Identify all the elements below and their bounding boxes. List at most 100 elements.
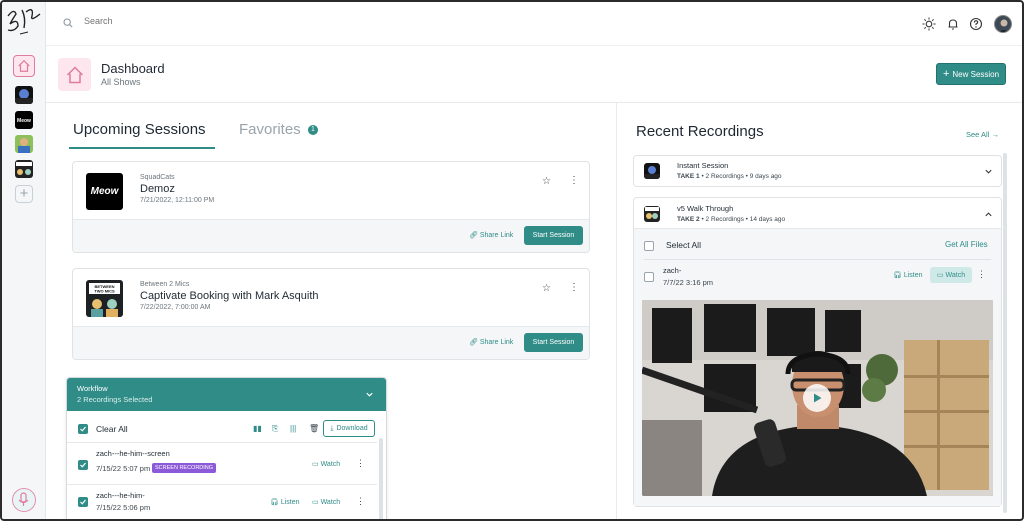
check-icon: [80, 462, 86, 468]
watch-button[interactable]: ▭ Watch: [312, 460, 340, 468]
clear-all-label[interactable]: Clear All: [96, 424, 128, 434]
mic-logo-icon: [18, 492, 29, 506]
more-options-icon[interactable]: ⋮: [356, 458, 365, 469]
watch-button[interactable]: ▭ Watch: [930, 267, 972, 283]
screen-recording-badge: SCREEN RECORDING: [152, 463, 217, 473]
more-options-icon[interactable]: ⋮: [569, 282, 579, 293]
select-all-label[interactable]: Select All: [666, 240, 701, 250]
rail-home-button[interactable]: [13, 55, 35, 77]
workflow-subtitle: 2 Recordings Selected: [77, 395, 153, 404]
clear-all-checkbox[interactable]: [78, 424, 88, 434]
start-session-button[interactable]: Start Session: [524, 333, 583, 352]
download-icon: ⤓: [330, 424, 334, 432]
eye-icon: ▭: [312, 499, 319, 506]
search-input[interactable]: [84, 16, 484, 26]
workflow-header[interactable]: Workflow 2 Recordings Selected: [67, 378, 386, 411]
recent-recordings-title: Recent Recordings: [636, 123, 764, 140]
session-card: BETWEEN TWO MICS Between 2 Mics Captivat…: [72, 268, 590, 360]
more-options-icon[interactable]: ⋮: [569, 175, 579, 186]
rail-show-avatar[interactable]: [15, 135, 33, 153]
user-avatar[interactable]: [994, 15, 1012, 33]
recording-name: Instant Session: [677, 161, 729, 170]
session-title[interactable]: Captivate Booking with Mark Asquith: [140, 290, 319, 302]
chevron-down-icon[interactable]: [365, 390, 374, 399]
play-button[interactable]: [803, 384, 831, 412]
transcript-icon[interactable]: ⎘: [272, 424, 278, 434]
session-show-name: SquadCats: [140, 174, 175, 181]
listen-button[interactable]: 🎧︎ Listen: [270, 498, 300, 506]
select-all-checkbox[interactable]: [644, 241, 654, 251]
show-artwork-icon: [644, 166, 660, 179]
chevron-up-icon[interactable]: [984, 210, 993, 219]
star-icon[interactable]: ☆: [542, 283, 551, 294]
page-header: Dashboard All Shows + New Session: [46, 46, 1022, 103]
merge-icon[interactable]: ▮▮: [253, 424, 262, 433]
take-label: TAKE 2: [677, 216, 700, 223]
recording-thumb: [644, 206, 660, 222]
recent-recordings-panel: Recent Recordings See All → Instant Sess…: [616, 103, 1022, 519]
favorites-count-badge: 1: [308, 125, 318, 135]
recording-age: 14 days ago: [749, 216, 786, 223]
new-session-button[interactable]: + New Session: [936, 63, 1006, 85]
workflow-row-title: zach---he-him-: [96, 491, 145, 500]
recording-age: 9 days ago: [749, 173, 782, 180]
help-icon[interactable]: [969, 17, 983, 31]
page-subtitle: All Shows: [101, 77, 141, 87]
download-label: Download: [336, 425, 368, 432]
add-show-button[interactable]: +: [15, 185, 33, 203]
avatar-icon: [999, 19, 1009, 32]
video-preview[interactable]: [642, 300, 993, 496]
start-session-button[interactable]: Start Session: [524, 226, 583, 245]
rail-show-instant[interactable]: [15, 86, 33, 104]
search-icon: [63, 18, 73, 28]
rail-show-squadcats[interactable]: Meow: [15, 111, 33, 129]
new-session-label: New Session: [952, 69, 1000, 79]
artwork-text: Meow: [90, 186, 119, 197]
waveform-icon[interactable]: |||: [290, 424, 296, 433]
session-artwork: Meow: [86, 173, 123, 210]
tab-favorites[interactable]: Favorites: [239, 121, 301, 138]
trash-icon[interactable]: 🗑︎: [309, 424, 319, 433]
check-icon: [80, 426, 86, 432]
see-all-link[interactable]: See All →: [966, 130, 999, 139]
recording-item-date: 7/7/22 3:16 pm: [663, 278, 714, 287]
rail-show-between-two-mics[interactable]: [15, 160, 33, 178]
recordings-count: 2 Recordings: [705, 173, 744, 180]
recording-item-name: zach-: [663, 266, 682, 275]
tab-upcoming-sessions[interactable]: Upcoming Sessions: [73, 121, 206, 138]
recording-name[interactable]: v5 Walk Through: [677, 204, 733, 213]
session-title[interactable]: Demoz: [140, 183, 175, 195]
more-options-icon[interactable]: ⋮: [977, 269, 986, 280]
recording-meta: TAKE 2 • 2 Recordings • 14 days ago: [677, 216, 786, 223]
star-icon[interactable]: ☆: [542, 176, 551, 187]
recent-scrollbar[interactable]: [1003, 153, 1007, 513]
two-mics-artwork-icon: [16, 162, 32, 175]
row-checkbox[interactable]: [78, 497, 88, 507]
row-checkbox[interactable]: [78, 460, 88, 470]
recording-checkbox[interactable]: [644, 272, 654, 282]
workflow-row-date: 7/15/22 5:07 pm: [96, 464, 151, 473]
share-link-button[interactable]: 🔗︎ Share Link: [469, 231, 513, 239]
app-logo[interactable]: [4, 4, 44, 44]
download-button[interactable]: ⤓ Download: [323, 420, 375, 437]
more-options-icon[interactable]: ⋮: [356, 496, 365, 507]
bell-icon[interactable]: [946, 17, 960, 31]
meow-logo-icon: Meow: [17, 118, 31, 124]
session-artwork: BETWEEN TWO MICS: [86, 280, 123, 317]
recording-group[interactable]: Instant Session TAKE 1 • 2 Recordings • …: [633, 155, 1002, 187]
chevron-down-icon[interactable]: [984, 167, 993, 176]
between-two-mics-artwork-icon: BETWEEN TWO MICS: [89, 283, 120, 317]
theme-sun-icon[interactable]: [922, 17, 936, 31]
get-all-files-link[interactable]: Get All Files: [945, 240, 988, 249]
two-mics-artwork-icon: [645, 207, 659, 219]
workflow-row-date: 7/15/22 5:06 pm: [96, 503, 151, 512]
share-link-button[interactable]: 🔗︎ Share Link: [469, 338, 513, 346]
workflow-scrollbar[interactable]: [379, 438, 383, 519]
session-date: 7/22/2022, 7:00:00 AM: [140, 304, 211, 311]
headphones-icon: 🎧︎: [270, 499, 279, 506]
watch-button[interactable]: ▭ Watch: [312, 498, 340, 506]
plus-icon: +: [942, 68, 950, 80]
listen-label: Listen: [280, 499, 300, 506]
listen-button[interactable]: 🎧︎ Listen: [893, 271, 923, 279]
user-menu-button[interactable]: [12, 488, 36, 512]
